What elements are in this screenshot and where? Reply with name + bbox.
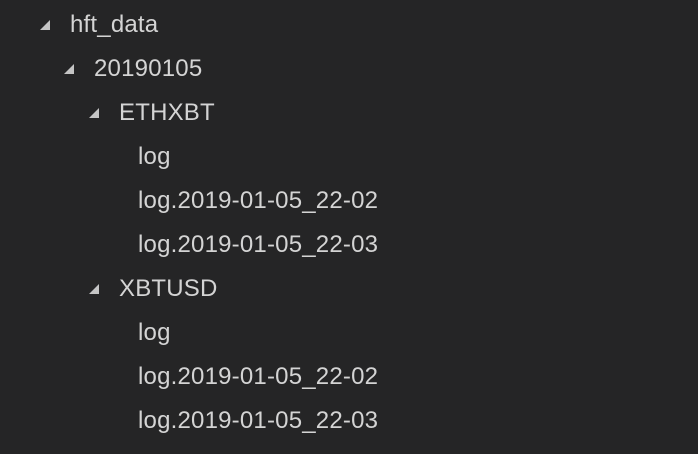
- tree-file-item[interactable]: log.2019-01-05_22-02: [0, 179, 698, 223]
- tree-file-item[interactable]: log.2019-01-05_22-03: [0, 399, 698, 443]
- tree-folder-20190105[interactable]: 20190105: [0, 47, 698, 91]
- folder-label: ETHXBT: [119, 99, 215, 126]
- file-label: log: [138, 143, 171, 170]
- tree-folder-xbtusd[interactable]: XBTUSD: [0, 267, 698, 311]
- tree-folder-ethxbt[interactable]: ETHXBT: [0, 91, 698, 135]
- tree-file-item[interactable]: log: [0, 311, 698, 355]
- chevron-expanded-icon[interactable]: [85, 104, 103, 122]
- chevron-expanded-icon[interactable]: [36, 16, 54, 34]
- file-label: log: [138, 319, 171, 346]
- folder-label: hft_data: [70, 11, 159, 38]
- tree-file-item[interactable]: log.2019-01-05_22-03: [0, 223, 698, 267]
- folder-label: 20190105: [94, 55, 203, 82]
- chevron-expanded-icon[interactable]: [85, 280, 103, 298]
- folder-label: XBTUSD: [119, 275, 218, 302]
- file-label: log.2019-01-05_22-03: [138, 231, 379, 258]
- file-explorer-tree: hft_data 20190105 ETHXBT log log.2019-01…: [0, 0, 698, 454]
- tree-file-item[interactable]: log.2019-01-05_22-02: [0, 355, 698, 399]
- file-label: log.2019-01-05_22-02: [138, 363, 379, 390]
- chevron-expanded-icon[interactable]: [60, 60, 78, 78]
- file-label: log.2019-01-05_22-03: [138, 407, 379, 434]
- file-label: log.2019-01-05_22-02: [138, 187, 379, 214]
- tree-folder-hft-data[interactable]: hft_data: [0, 3, 698, 47]
- tree-file-item[interactable]: log: [0, 135, 698, 179]
